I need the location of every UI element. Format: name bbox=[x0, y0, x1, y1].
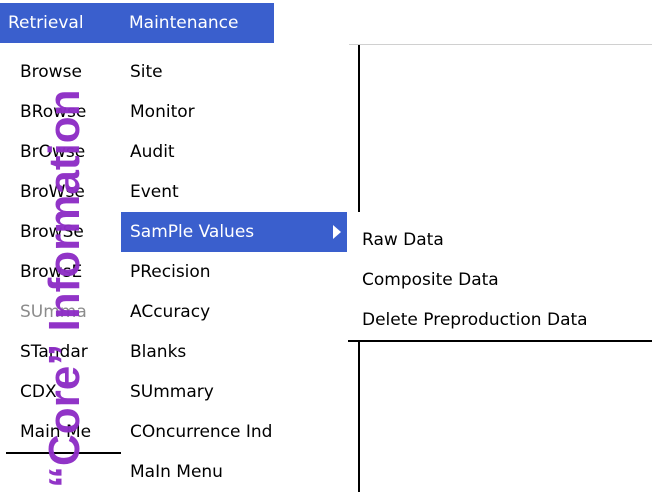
submenu-item-composite-data-label: Composite Data bbox=[362, 270, 499, 290]
maintenance-item-event[interactable]: Event bbox=[121, 172, 347, 212]
maintenance-item-summary-label: SUmmary bbox=[130, 382, 214, 402]
maintenance-item-main-menu-label: MaIn Menu bbox=[130, 462, 223, 482]
maintenance-item-event-label: Event bbox=[130, 182, 179, 202]
submenu-arrow-icon bbox=[333, 225, 341, 239]
maintenance-item-accuracy-label: ACcuracy bbox=[130, 302, 211, 322]
submenu-divider-top bbox=[358, 44, 360, 212]
menu-maintenance[interactable]: Maintenance bbox=[121, 3, 274, 43]
maintenance-item-audit-label: Audit bbox=[130, 142, 175, 162]
maintenance-item-precision[interactable]: PRecision bbox=[121, 252, 347, 292]
submenu-top-edge bbox=[349, 44, 652, 45]
maintenance-item-concurrence-ind-label: COncurrence Ind bbox=[130, 422, 273, 442]
maintenance-item-accuracy[interactable]: ACcuracy bbox=[121, 292, 347, 332]
menu-maintenance-label: Maintenance bbox=[129, 13, 239, 33]
maintenance-item-precision-label: PRecision bbox=[130, 262, 211, 282]
maintenance-item-site-label: Site bbox=[130, 62, 163, 82]
maintenance-item-sample-values[interactable]: SamPle Values bbox=[121, 212, 347, 252]
maintenance-item-main-menu[interactable]: MaIn Menu bbox=[121, 452, 347, 492]
maintenance-item-blanks[interactable]: Blanks bbox=[121, 332, 347, 372]
maintenance-item-audit[interactable]: Audit bbox=[121, 132, 347, 172]
submenu-item-composite-data[interactable]: Composite Data bbox=[362, 260, 499, 300]
core-information-title: “Core” Information bbox=[40, 89, 89, 488]
maintenance-item-summary[interactable]: SUmmary bbox=[121, 372, 347, 412]
maintenance-item-blanks-label: Blanks bbox=[130, 342, 187, 362]
maintenance-item-monitor[interactable]: Monitor bbox=[121, 92, 347, 132]
submenu-divider-bottom bbox=[358, 342, 360, 492]
submenu-item-delete-preproduction-data-label: Delete Preproduction Data bbox=[362, 310, 588, 330]
maintenance-item-concurrence-ind[interactable]: COncurrence Ind bbox=[121, 412, 347, 452]
submenu-item-raw-data-label: Raw Data bbox=[362, 230, 444, 250]
maintenance-item-monitor-label: Monitor bbox=[130, 102, 195, 122]
maintenance-item-sample-values-label: SamPle Values bbox=[130, 222, 255, 242]
submenu-item-delete-preproduction-data[interactable]: Delete Preproduction Data bbox=[362, 300, 588, 340]
submenu-bottom-border bbox=[348, 340, 652, 342]
submenu-item-raw-data[interactable]: Raw Data bbox=[362, 220, 444, 260]
maintenance-item-site[interactable]: Site bbox=[121, 52, 347, 92]
